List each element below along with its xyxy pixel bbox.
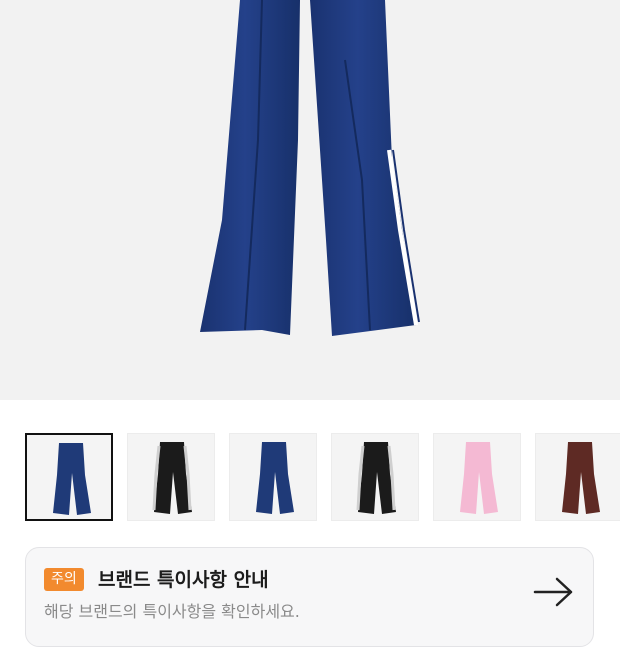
product-main-image[interactable] [0, 0, 620, 400]
navy-track-pants-image [200, 0, 420, 336]
pink-track-pants-thumb [460, 442, 498, 514]
caution-badge: 주의 [44, 568, 84, 591]
arrow-right-icon[interactable] [533, 576, 575, 608]
navy-track-pants-thumb [53, 443, 91, 515]
brand-notice-card[interactable]: 주의 브랜드 특이사항 안내 해당 브랜드의 특이사항을 확인하세요. [25, 547, 594, 647]
black-white-track-pants-thumb [356, 442, 396, 514]
thumbnail-3[interactable] [229, 433, 317, 521]
notice-description: 해당 브랜드의 특이사항을 확인하세요. [44, 602, 300, 621]
thumbnail-4[interactable] [331, 433, 419, 521]
thumbnail-6[interactable] [535, 433, 620, 521]
navy-track-pants-thumb [256, 442, 294, 514]
black-white-track-pants-thumb [152, 442, 192, 514]
thumbnail-2[interactable] [127, 433, 215, 521]
thumbnail-5[interactable] [433, 433, 521, 521]
thumbnail-strip [25, 433, 620, 523]
brown-track-pants-thumb [562, 442, 600, 514]
thumbnail-1[interactable] [25, 433, 113, 521]
notice-title: 브랜드 특이사항 안내 [98, 569, 269, 591]
